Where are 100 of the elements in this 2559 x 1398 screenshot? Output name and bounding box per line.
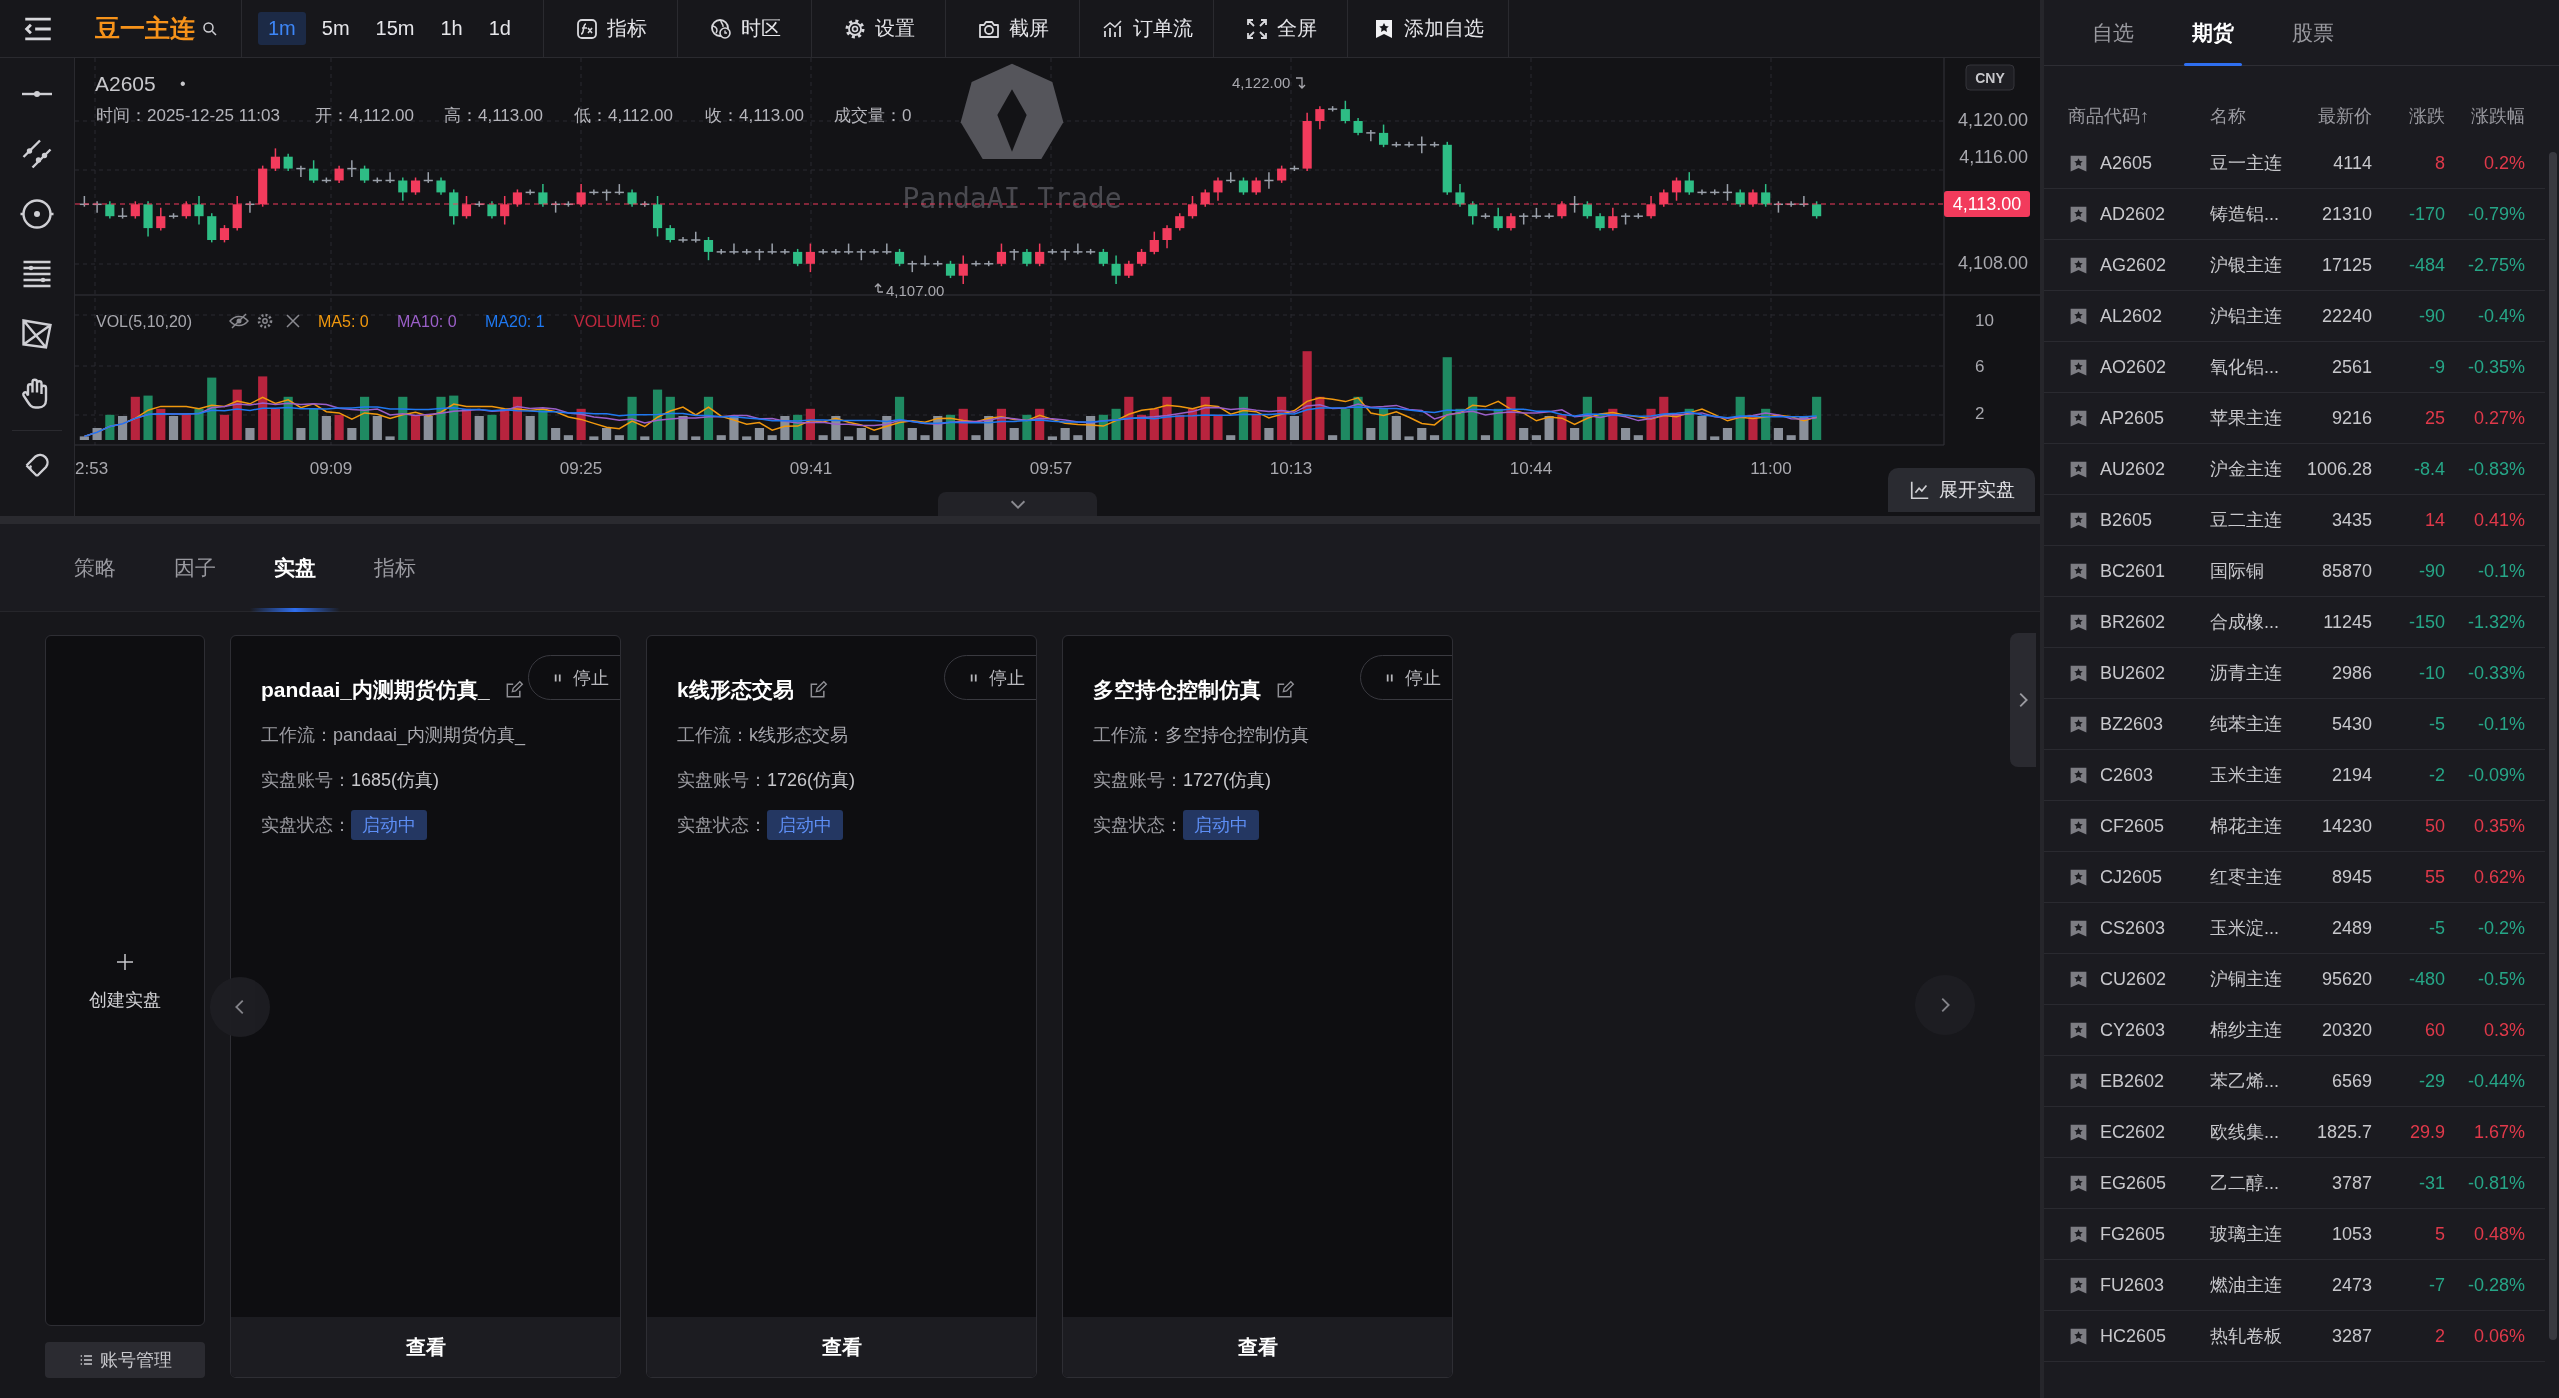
- account-button[interactable]: 账号管理: [45, 1342, 205, 1378]
- table-cell-text: 棉花主连: [2210, 815, 2283, 838]
- market-tab[interactable]: 期货: [2184, 0, 2242, 66]
- quote-row[interactable]: EC2602 欧线集... 1825.7 29.9 1.67%: [2044, 1107, 2545, 1158]
- quote-row[interactable]: B2605 豆二主连 3435 14 0.41%: [2044, 495, 2545, 546]
- table-cell-text: -0.79%: [2466, 203, 2525, 225]
- interval-tab[interactable]: 1d: [478, 12, 521, 45]
- table-cell-text: 0.27%: [2472, 407, 2525, 429]
- toolbar-button[interactable]: 设置: [812, 0, 945, 58]
- status-badge: 启动中: [351, 810, 427, 840]
- market-tab[interactable]: 自选: [2084, 0, 2142, 66]
- toolbar-button[interactable]: 指标: [544, 0, 677, 58]
- quote-row[interactable]: AG2602 沪银主连 17125 -484 -2.75%: [2044, 240, 2545, 291]
- toolbar-button[interactable]: 时区: [678, 0, 811, 58]
- table-cell-text: 21310: [2320, 203, 2372, 225]
- stop-button[interactable]: 停止: [528, 655, 620, 700]
- table-cell-text: 合成橡...: [2210, 611, 2280, 634]
- quote-row[interactable]: CF2605 棉花主连 14230 50 0.35%: [2044, 801, 2545, 852]
- quote-row[interactable]: A2605 豆一主连 4114 8 0.2%: [2044, 138, 2545, 189]
- volume-tick: 6: [1975, 357, 1985, 376]
- table-cell-text: -0.33%: [2466, 662, 2525, 684]
- table-cell-text: CJ2605: [2099, 866, 2164, 888]
- quote-row[interactable]: CU2602 沪铜主连 95620 -480 -0.5%: [2044, 954, 2545, 1005]
- quote-row[interactable]: AO2602 氧化铝... 2561 -9 -0.35%: [2044, 342, 2545, 393]
- field-value: 1685(仿真): [351, 769, 440, 792]
- panel-tab[interactable]: 指标: [350, 523, 440, 612]
- quote-row[interactable]: AL2602 沪铝主连 22240 -90 -0.4%: [2044, 291, 2545, 342]
- quote-row[interactable]: EG2605 乙二醇... 3787 -31 -0.81%: [2044, 1158, 2545, 1209]
- quote-row[interactable]: EB2602 苯乙烯... 6569 -29 -0.44%: [2044, 1056, 2545, 1107]
- table-cell-text: EG2605: [2099, 1172, 2168, 1194]
- quote-row[interactable]: CS2603 玉米淀... 2489 -5 -0.2%: [2044, 903, 2545, 954]
- last-price-tag: 4,113.00: [1944, 191, 2030, 217]
- table-cell-text: 8: [2434, 152, 2445, 174]
- interval-tab[interactable]: 1h: [430, 12, 473, 45]
- market-tab[interactable]: 股票: [2284, 0, 2342, 66]
- table-cell-text: -29: [2418, 1070, 2445, 1092]
- table-cell-text: 22240: [2320, 305, 2372, 327]
- table-cell-text: BR2602: [2099, 611, 2167, 633]
- panel-tab[interactable]: 实盘: [250, 523, 340, 612]
- table-cell-text: 60: [2423, 1019, 2445, 1041]
- table-cell-text: 2489: [2330, 917, 2372, 939]
- table-cell-text: -10: [2418, 662, 2445, 684]
- view-button[interactable]: 查看: [231, 1317, 620, 1377]
- field-label: 实盘状态：: [261, 814, 351, 837]
- currency-label: CNY: [1975, 70, 2005, 86]
- table-cell-text: -90: [2418, 560, 2445, 582]
- table-cell-text: -8.4: [2412, 458, 2445, 480]
- quote-row[interactable]: HC2605 热轧卷板 3287 2 0.06%: [2044, 1311, 2545, 1362]
- quote-row[interactable]: FG2605 玻璃主连 1053 5 0.48%: [2044, 1209, 2545, 1260]
- table-cell-text: 氧化铝...: [2210, 356, 2280, 379]
- table-cell-text: 燃油主连: [2210, 1274, 2283, 1297]
- quote-row[interactable]: FU2603 燃油主连 2473 -7 -0.28%: [2044, 1260, 2545, 1311]
- quote-row[interactable]: BR2602 合成橡... 11245 -150 -1.32%: [2044, 597, 2545, 648]
- table-cell-text: 1053: [2330, 1223, 2372, 1245]
- time-label: 09:25: [559, 459, 603, 478]
- toolbar-button[interactable]: 全屏: [1214, 0, 1347, 58]
- quote-row[interactable]: AD2602 铸造铝... 21310 -170 -0.79%: [2044, 189, 2545, 240]
- toolbar-button[interactable]: 截屏: [946, 0, 1079, 58]
- table-cell-text: 2: [2434, 1325, 2445, 1347]
- table-cell-text: 0.3%: [2482, 1019, 2525, 1041]
- table-cell-text: 铸造铝...: [2210, 203, 2280, 226]
- quote-row[interactable]: AP2605 苹果主连 9216 25 0.27%: [2044, 393, 2545, 444]
- legend-value: VOLUME: 0: [574, 313, 660, 330]
- table-cell-text: 0.62%: [2472, 866, 2525, 888]
- quote-row[interactable]: BU2602 沥青主连 2986 -10 -0.33%: [2044, 648, 2545, 699]
- quote-row[interactable]: CJ2605 红枣主连 8945 55 0.62%: [2044, 852, 2545, 903]
- table-cell-text: 0.35%: [2472, 815, 2525, 837]
- quote-row[interactable]: AU2602 沪金主连 1006.28 -8.4 -0.83%: [2044, 444, 2545, 495]
- symbol-title[interactable]: 豆一主连: [95, 12, 195, 45]
- table-cell-text: 沪铝主连: [2210, 305, 2283, 328]
- toolbar-button[interactable]: 订单流: [1080, 0, 1213, 58]
- view-button[interactable]: 查看: [647, 1317, 1036, 1377]
- table-cell-text: -90: [2418, 305, 2445, 327]
- quote-row[interactable]: BC2601 国际铜 85870 -90 -0.1%: [2044, 546, 2545, 597]
- view-button[interactable]: 查看: [1063, 1317, 1452, 1377]
- table-cell-text: AU2602: [2099, 458, 2167, 480]
- column-header: 涨跌幅: [2470, 105, 2525, 128]
- table-cell-text: 红枣主连: [2210, 866, 2283, 889]
- table-cell-text: BC2601: [2099, 560, 2167, 582]
- interval-tab[interactable]: 1m: [258, 12, 306, 45]
- table-cell-text: FG2605: [2099, 1223, 2167, 1245]
- create-card[interactable]: 创建实盘: [45, 635, 205, 1326]
- table-cell-text: -484: [2407, 254, 2445, 276]
- stop-button[interactable]: 停止: [1360, 655, 1452, 700]
- toolbar-button[interactable]: 添加自选: [1348, 0, 1508, 58]
- stop-button[interactable]: 停止: [944, 655, 1036, 700]
- quote-row[interactable]: C2603 玉米主连 2194 -2 -0.09%: [2044, 750, 2545, 801]
- table-cell-text: CY2603: [2099, 1019, 2167, 1041]
- price-tick: 4,116.00: [1959, 147, 2028, 167]
- table-cell-text: -5: [2428, 917, 2445, 939]
- table-cell-text: 29.9: [2408, 1121, 2445, 1143]
- panel-tab[interactable]: 因子: [150, 523, 240, 612]
- expand-button[interactable]: 展开实盘: [1888, 468, 2035, 512]
- quote-row[interactable]: BZ2603 纯苯主连 5430 -5 -0.1%: [2044, 699, 2545, 750]
- column-header[interactable]: 商品代码↑: [2068, 104, 2210, 128]
- panel-tab[interactable]: 策略: [50, 523, 140, 612]
- interval-tab[interactable]: 15m: [365, 12, 425, 45]
- quote-row[interactable]: CY2603 棉纱主连 20320 60 0.3%: [2044, 1005, 2545, 1056]
- table-cell-text: 乙二醇...: [2210, 1172, 2280, 1195]
- interval-tab[interactable]: 5m: [311, 12, 360, 45]
